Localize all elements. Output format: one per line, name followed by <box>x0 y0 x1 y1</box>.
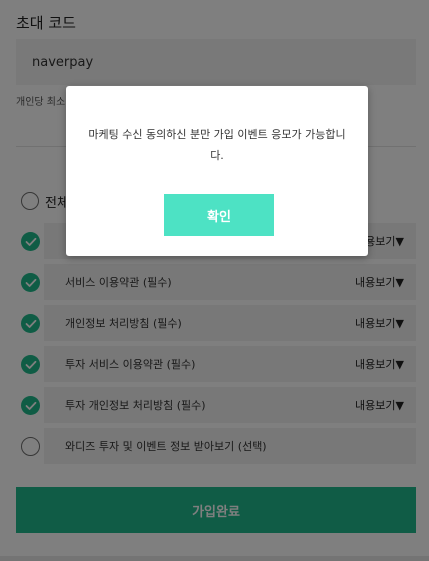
alert-dialog: 마케팅 수신 동의하신 분만 가입 이벤트 응모가 가능합니다. 확인 <box>66 86 368 256</box>
dialog-message: 마케팅 수신 동의하신 분만 가입 이벤트 응모가 가능합니다. <box>88 128 346 162</box>
modal-overlay[interactable] <box>0 0 429 561</box>
confirm-button[interactable]: 확인 <box>164 194 274 236</box>
